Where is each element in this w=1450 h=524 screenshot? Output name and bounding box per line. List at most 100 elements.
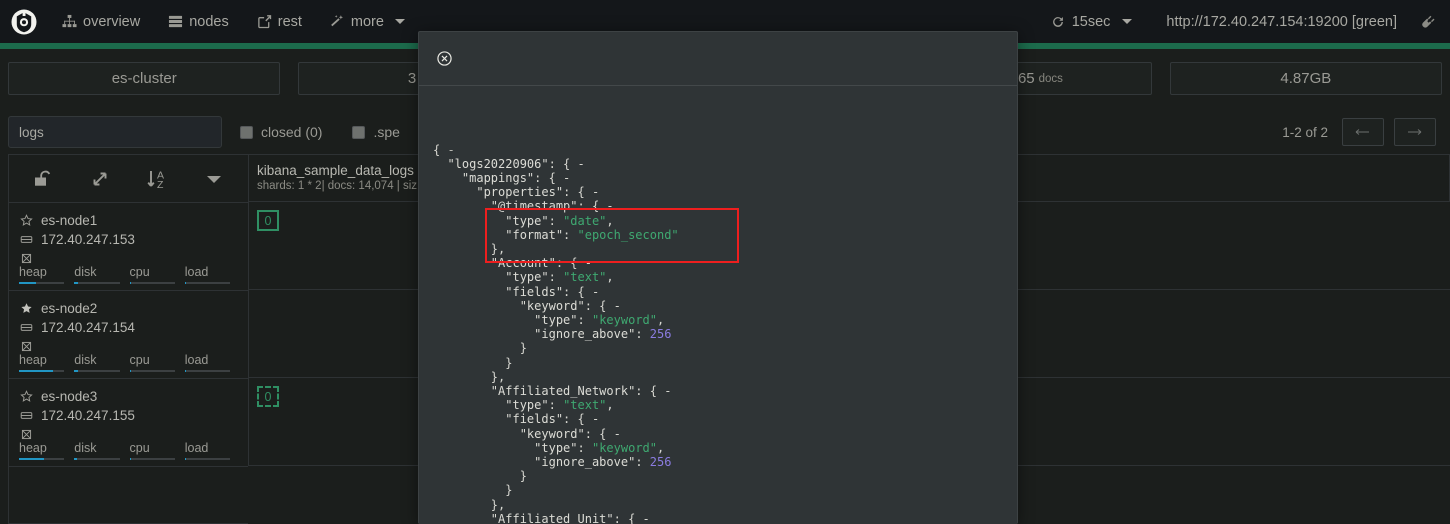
metric-track [74,458,120,460]
index-header-placeholder [1018,154,1450,202]
plug-disconnect-icon[interactable] [1415,12,1450,31]
shard-row [1018,202,1450,290]
node-ip: 172.40.247.154 [41,320,135,335]
circle-close-icon[interactable] [437,51,452,66]
json-token: "properties" [476,185,564,200]
metric-track [19,458,65,460]
json-token: : { - [577,199,614,214]
json-token: 256 [649,455,672,470]
index-search-input[interactable]: logs [8,116,222,148]
pagination-prev-button[interactable] [1342,118,1384,146]
json-token: }, [490,242,506,257]
refresh-interval-selector[interactable]: 15sec [1035,14,1149,30]
json-token: "text" [563,398,607,413]
node-ip: 172.40.247.155 [41,408,135,423]
pagination-range: 1-2 of 2 [1282,124,1328,140]
json-line: "type": "text", [433,398,1017,412]
unlock-icon [35,170,51,186]
metric-label: disk [74,441,97,455]
json-line: "ignore_above": 256 [433,455,1017,469]
index-header[interactable]: kibana_sample_data_logs shards: 1 * 2| d… [248,154,428,202]
json-token: "keyword" [591,313,657,328]
metric-cpu: cpu [129,265,185,284]
metric-track [19,370,65,372]
data-node-icon [19,340,34,353]
metric-track [129,282,175,284]
node-ip-row: 172.40.247.153 [19,230,238,249]
json-token: , [606,398,614,413]
json-line: "logs20220906": { - [433,157,1017,171]
json-token: - [440,142,455,157]
json-line: } [433,356,1017,370]
json-line: "type": "date", [433,214,1017,228]
json-line: } [433,483,1017,497]
node-card[interactable]: es-node2 172.40.247.154 heap disk cpu lo… [9,291,248,379]
metric-load: load [184,441,240,460]
json-line: "type": "keyword", [433,441,1017,455]
json-token: "ignore_above" [534,455,636,470]
metric-fill [19,458,45,460]
checkbox-special[interactable]: .spe [352,124,400,140]
json-token: "mappings" [461,171,535,186]
json-token: , [657,313,665,328]
json-token: 256 [649,327,672,342]
json-token: "Affiliated_Unit" [490,511,614,524]
metric-track [19,282,65,284]
index-filter-checkboxes: closed (0) .spe [240,124,400,140]
nav-item-more[interactable]: more [316,0,419,43]
cerebro-logo-icon[interactable] [0,0,48,43]
json-token: : [563,227,578,242]
json-token: "logs20220906" [447,156,549,171]
stat-value: es-cluster [111,70,177,87]
json-token: "type" [505,213,549,228]
shard-replica[interactable]: 0 [257,386,279,407]
metric-label: heap [19,441,47,455]
node-card[interactable]: es-node3 172.40.247.155 heap disk cpu lo… [9,379,248,467]
json-line: "fields": { - [433,412,1017,426]
shard-label: 0 [264,389,272,404]
nav-item-overview[interactable]: overview [48,0,154,43]
json-line: "Affiliated_Network": { - [433,384,1017,398]
nav-label: more [350,13,384,30]
json-token: "text" [563,270,607,285]
mapping-json-viewer[interactable]: { - "logs20220906": { - "mappings": { - … [419,86,1017,524]
caret-down-icon [206,175,221,183]
node-name: es-node3 [41,389,98,404]
arrow-left-icon [1355,129,1369,135]
node-filter-button[interactable] [187,158,240,200]
nav-item-nodes[interactable]: nodes [154,0,243,43]
json-line: { - [433,143,1017,157]
metric-label: disk [74,265,97,279]
json-line: }, [433,242,1017,256]
json-line: "properties": { - [433,185,1017,199]
nav-item-rest[interactable]: rest [243,0,316,43]
json-token: "date" [563,213,607,228]
chevron-down-icon [1122,19,1133,24]
metric-track [74,282,120,284]
nav-label: overview [83,13,141,30]
node-card[interactable]: es-node1 172.40.247.153 heap disk cpu lo… [9,203,248,291]
metric-disk: disk [74,353,129,372]
cluster-url-label[interactable]: http://172.40.247.154:19200 [green] [1148,14,1415,30]
sort-button[interactable]: A Z [131,158,184,200]
metric-label: load [184,353,209,367]
json-line: "type": "keyword", [433,313,1017,327]
server-icon [19,321,34,334]
json-token: : { - [563,412,600,427]
metric-track [129,370,175,372]
pagination-next-button[interactable] [1394,118,1436,146]
toggle-fullscreen-button[interactable] [74,158,127,200]
metric-disk: disk [74,441,129,460]
modal-header [419,32,1017,86]
toggle-lock-button[interactable] [17,158,70,200]
arrow-right-icon [1408,129,1422,135]
shard-primary[interactable]: 0 [257,210,279,231]
json-line: "ignore_above": 256 [433,327,1017,341]
star-filled-icon[interactable] [19,302,34,315]
star-outline-icon[interactable] [19,214,34,227]
star-outline-icon[interactable] [19,390,34,403]
checkbox-closed[interactable]: closed (0) [240,124,322,140]
json-token: "type" [534,313,578,328]
metric-label: cpu [129,353,150,367]
json-token: "format" [505,227,564,242]
